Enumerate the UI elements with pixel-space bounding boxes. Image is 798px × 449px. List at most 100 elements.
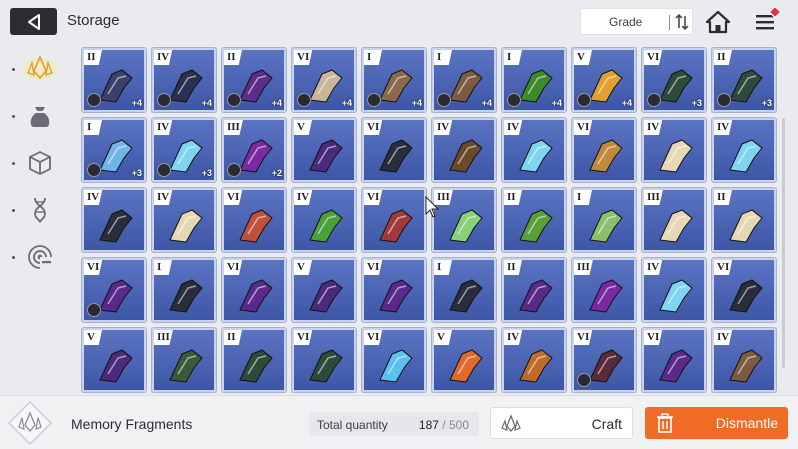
memory-fragment-slot[interactable]: VI xyxy=(642,328,706,392)
memory-fragment-slot[interactable]: V xyxy=(292,258,356,322)
grade-badge: IV xyxy=(644,260,663,275)
memory-fragment-slot[interactable]: IV +4 xyxy=(152,48,216,112)
equipped-character-avatar xyxy=(227,163,241,177)
equipped-character-avatar xyxy=(227,93,241,107)
memory-fragment-slot[interactable]: I xyxy=(152,258,216,322)
memory-fragment-slot[interactable]: I +4 xyxy=(362,48,426,112)
memory-fragment-slot[interactable]: V +4 xyxy=(572,48,636,112)
memory-fragment-slot[interactable]: VI xyxy=(222,188,286,252)
memory-fragment-slot[interactable]: III xyxy=(152,328,216,392)
enhance-level: +4 xyxy=(131,98,142,108)
memory-fragment-slot[interactable]: IV xyxy=(82,188,146,252)
memory-fragment-slot[interactable]: VI xyxy=(82,258,146,322)
grade-badge: VI xyxy=(644,50,663,65)
memory-fragment-slot[interactable]: III xyxy=(642,188,706,252)
equipped-character-avatar xyxy=(157,93,171,107)
equipped-character-avatar xyxy=(507,93,521,107)
grade-badge: V xyxy=(294,260,312,275)
tab-dna[interactable] xyxy=(22,192,58,228)
memory-fragment-slot[interactable]: I +4 xyxy=(432,48,496,112)
memory-fragment-slot[interactable]: V xyxy=(82,328,146,392)
memory-fragment-slot[interactable]: I xyxy=(572,188,636,252)
memory-fragment-slot[interactable]: II xyxy=(502,188,566,252)
memory-fragment-slot[interactable]: I +4 xyxy=(502,48,566,112)
grade-badge: III xyxy=(644,190,663,205)
memory-fragment-slot[interactable]: VI xyxy=(572,328,636,392)
memory-fragment-slot[interactable]: IV xyxy=(642,258,706,322)
grade-badge: I xyxy=(154,260,172,275)
memory-fragment-slot[interactable]: IV xyxy=(502,118,566,182)
enhance-level: +4 xyxy=(481,98,492,108)
tab-cube[interactable] xyxy=(22,145,58,181)
memory-fragment-slot[interactable]: VI xyxy=(362,258,426,322)
tab-indicator-dot xyxy=(12,209,15,212)
enhance-level: +4 xyxy=(551,98,562,108)
memory-fragment-slot[interactable]: II xyxy=(712,188,776,252)
craft-button[interactable]: Craft xyxy=(490,407,633,439)
memory-fragment-slot[interactable]: II +4 xyxy=(82,48,146,112)
memory-fragment-slot[interactable]: V xyxy=(432,328,496,392)
memory-fragment-slot[interactable]: VI xyxy=(292,328,356,392)
memory-fragment-slot[interactable]: I xyxy=(432,258,496,322)
grade-badge: II xyxy=(84,50,102,65)
fragment-item-icon xyxy=(659,139,693,173)
fragment-item-icon xyxy=(239,209,273,243)
memory-fragment-slot[interactable]: II xyxy=(222,328,286,392)
memory-fragment-slot[interactable]: IV +3 xyxy=(152,118,216,182)
memory-fragment-slot[interactable]: IV xyxy=(712,118,776,182)
memory-fragment-slot[interactable]: VI xyxy=(712,258,776,322)
grade-badge: IV xyxy=(84,190,103,205)
grade-badge: IV xyxy=(714,120,733,135)
tab-memory-fragments[interactable] xyxy=(22,50,58,86)
fragment-item-icon xyxy=(169,279,203,313)
enhance-level: +3 xyxy=(691,98,702,108)
grade-badge: VI xyxy=(364,330,383,345)
grade-badge: V xyxy=(434,330,452,345)
memory-fragment-slot[interactable]: IV xyxy=(432,118,496,182)
grade-badge: VI xyxy=(714,260,733,275)
grade-sort-button[interactable]: Grade xyxy=(580,8,693,35)
grade-badge: I xyxy=(434,260,452,275)
equipped-character-avatar xyxy=(437,93,451,107)
memory-fragment-slot[interactable]: V xyxy=(292,118,356,182)
memory-fragment-slot[interactable]: VI +4 xyxy=(292,48,356,112)
memory-fragment-slot[interactable]: IV xyxy=(642,118,706,182)
memory-fragment-slot[interactable]: VI +3 xyxy=(642,48,706,112)
tab-target[interactable] xyxy=(22,239,58,275)
memory-fragment-slot[interactable]: II +3 xyxy=(712,48,776,112)
fragment-item-icon xyxy=(449,139,483,173)
memory-fragment-slot[interactable]: III xyxy=(432,188,496,252)
tab-pouch[interactable] xyxy=(22,98,58,134)
memory-fragment-slot[interactable]: VI xyxy=(362,188,426,252)
mouse-cursor-icon xyxy=(425,196,439,218)
top-bar: Storage Grade xyxy=(0,0,798,44)
memory-fragment-slot[interactable]: VI xyxy=(362,118,426,182)
enhance-level: +2 xyxy=(271,168,282,178)
memory-fragment-slot[interactable]: IV xyxy=(502,328,566,392)
grade-badge: V xyxy=(574,50,592,65)
back-button[interactable] xyxy=(10,8,57,35)
memory-fragment-slot[interactable]: VI xyxy=(362,328,426,392)
grade-badge: VI xyxy=(364,120,383,135)
memory-fragment-slot[interactable]: I +3 xyxy=(82,118,146,182)
memory-fragment-slot[interactable]: IV xyxy=(292,188,356,252)
home-icon[interactable] xyxy=(705,9,731,35)
memory-fragment-slot[interactable]: III xyxy=(572,258,636,322)
equipped-character-avatar xyxy=(157,163,171,177)
memory-fragment-slot[interactable]: II +4 xyxy=(222,48,286,112)
memory-fragment-slot[interactable]: VI xyxy=(222,258,286,322)
memory-fragment-slot[interactable]: II xyxy=(502,258,566,322)
memory-fragment-slot[interactable]: VI xyxy=(572,118,636,182)
memory-fragment-slot[interactable]: III +2 xyxy=(222,118,286,182)
quantity-current: 187 xyxy=(418,418,439,432)
bottom-bar: Memory Fragments Total quantity 187 / 50… xyxy=(0,395,798,449)
grade-badge: VI xyxy=(364,190,383,205)
memory-fragment-slot[interactable]: IV xyxy=(712,328,776,392)
menu-icon[interactable] xyxy=(752,6,786,36)
memory-fragment-slot[interactable]: IV xyxy=(152,188,216,252)
grade-badge: VI xyxy=(84,260,103,275)
tab-indicator-dot xyxy=(12,68,15,71)
fragment-item-icon xyxy=(449,279,483,313)
grid-scrollbar[interactable] xyxy=(782,118,785,368)
dismantle-button[interactable]: Dismantle xyxy=(645,407,788,439)
